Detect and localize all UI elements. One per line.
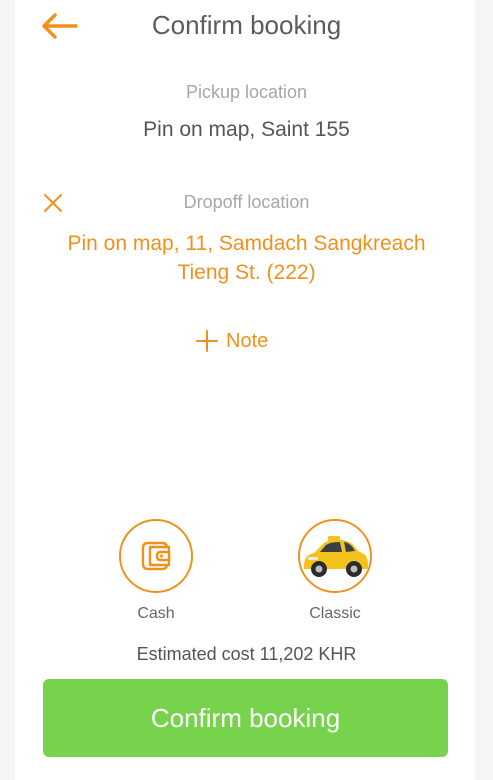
payment-method-label: Cash: [137, 605, 175, 622]
payment-method-circle: [119, 519, 193, 593]
wallet-icon: [141, 541, 171, 571]
payment-method-option[interactable]: Cash: [96, 519, 216, 623]
page-title: Confirm booking: [151, 10, 342, 40]
dropoff-location-value[interactable]: Pin on map, 11, Samdach Sangkreach Tieng…: [60, 229, 433, 287]
pickup-location-value[interactable]: Pin on map, Saint 155: [0, 118, 493, 142]
vehicle-type-circle: [298, 519, 372, 593]
taxi-car-icon: [300, 521, 370, 591]
dropoff-label: Dropoff location: [183, 192, 310, 212]
add-note-button[interactable]: Note: [196, 324, 268, 358]
pickup-label: Pickup location: [185, 82, 308, 102]
note-label: Note: [226, 329, 269, 352]
estimated-cost: Estimated cost 11,202 KHR: [136, 644, 357, 664]
plus-icon: [196, 330, 218, 352]
vehicle-type-label: Classic: [309, 605, 361, 622]
confirm-booking-label: Confirm booking: [150, 702, 341, 733]
vehicle-type-option[interactable]: Classic: [275, 519, 395, 623]
confirm-booking-button[interactable]: Confirm booking: [43, 679, 448, 757]
